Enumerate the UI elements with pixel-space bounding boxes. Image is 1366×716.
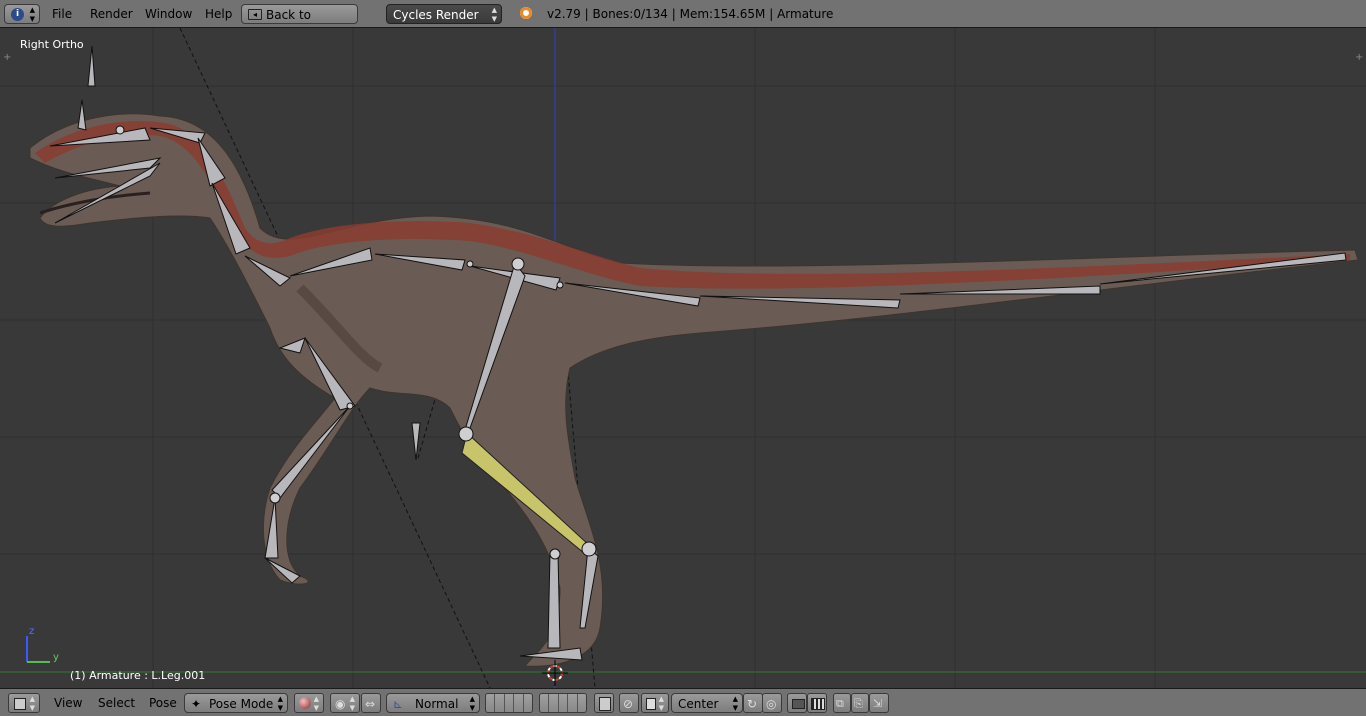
- info-header: i ▲▼ File Render Window Help ◂ Back to P…: [0, 0, 1366, 42]
- paste-pose-button[interactable]: ⎘: [851, 693, 869, 713]
- view-name: Right Ortho: [20, 38, 84, 51]
- pivot-icon: ◉: [335, 697, 346, 711]
- menu-pose[interactable]: Pose: [149, 693, 177, 713]
- axis-z-label: z: [29, 626, 35, 637]
- bone: [87, 45, 96, 87]
- snap-rotation-button[interactable]: ↻: [743, 693, 763, 713]
- axis-y-label: y: [53, 652, 59, 663]
- bone: [547, 552, 561, 649]
- 3d-view-header: ▲ ▼ View Select Pose ✦ Pose Mode ▲ ▼ ▲ ▼ ◉ …: [0, 688, 1366, 716]
- render-sphere-icon: ◎: [766, 697, 777, 711]
- chevron-updown-icon: ▲ ▼: [491, 6, 497, 23]
- armature-bones: [49, 45, 1347, 661]
- chevron-updown-icon: ▲ ▼: [313, 695, 319, 712]
- manipulator-toggle[interactable]: ⇔: [361, 693, 381, 713]
- viewport-shading-select[interactable]: ▲ ▼: [294, 693, 324, 713]
- mode-select[interactable]: ✦ Pose Mode ▲ ▼: [184, 693, 288, 713]
- render-engine-select[interactable]: Cycles Render ▲ ▼: [386, 4, 502, 24]
- snap-target-label: Center: [678, 697, 719, 711]
- menu-render[interactable]: Render: [90, 4, 133, 24]
- rotate-icon: ↻: [747, 697, 758, 711]
- properties-toggle-icon: +: [1355, 52, 1363, 63]
- back-to-previous-button[interactable]: ◂ Back to Previous: [241, 4, 358, 42]
- snap-target-select[interactable]: Center ▲ ▼: [671, 693, 743, 713]
- grid: [0, 28, 1366, 688]
- blender-logo-icon: [520, 7, 532, 19]
- paste-pose-icon: ⎘: [854, 697, 863, 710]
- lock-layers-button[interactable]: [594, 693, 614, 713]
- proportional-edit-button[interactable]: ⊘: [619, 693, 639, 713]
- object-info: (1) Armature : L.Leg.001: [70, 669, 206, 682]
- menu-select[interactable]: Select: [98, 693, 135, 713]
- render-animation-button[interactable]: [807, 693, 827, 713]
- clapper-icon: [811, 698, 825, 710]
- chevron-updown-icon: ▲ ▼: [277, 695, 283, 712]
- copy-pose-icon: ⧉: [836, 697, 844, 710]
- menu-window[interactable]: Window: [145, 4, 192, 24]
- axis-gizmo: [26, 636, 50, 663]
- chevron-updown-icon: ▲ ▼: [658, 695, 664, 712]
- copy-pose-button[interactable]: ⧉: [833, 693, 851, 713]
- menu-file[interactable]: File: [52, 4, 72, 24]
- bone: [271, 405, 351, 499]
- pose-icon: ✦: [191, 697, 202, 711]
- paste-flipped-pose-button[interactable]: ⇲: [869, 693, 889, 713]
- pivot-point-select[interactable]: ◉ ▲ ▼: [330, 693, 360, 713]
- layers-icon: [599, 697, 611, 711]
- dinosaur-mesh: [29, 113, 1359, 667]
- paste-flipped-icon: ⇲: [873, 697, 883, 710]
- editor-type-button[interactable]: ▲ ▼: [8, 693, 40, 713]
- chevron-updown-icon: ▲ ▼: [469, 695, 475, 712]
- render-engine-label: Cycles Render: [393, 8, 479, 22]
- viewport-canvas[interactable]: + +: [0, 28, 1366, 688]
- chevron-updown-icon: ▲ ▼: [29, 6, 35, 23]
- proportional-icon: ⊘: [623, 697, 634, 711]
- shading-sphere-icon: [299, 697, 311, 709]
- bone: [77, 99, 87, 131]
- editor-type-button[interactable]: i ▲ ▼: [4, 4, 40, 24]
- cube-icon: [14, 698, 26, 710]
- snap-cube-icon: [646, 698, 656, 710]
- snap-element-select[interactable]: ▲ ▼: [641, 693, 669, 713]
- render-image-button[interactable]: [787, 693, 807, 713]
- chevron-updown-icon: ▲ ▼: [29, 695, 35, 712]
- layers-group-1[interactable]: [485, 693, 533, 713]
- info-icon: i: [11, 8, 24, 21]
- 3d-viewport[interactable]: + + Right Ortho (1) Armature : L.Leg.001…: [0, 28, 1366, 688]
- manipulator-icon: ⇔: [365, 697, 376, 711]
- back-icon: ◂: [248, 9, 262, 20]
- orientation-label: Normal: [415, 697, 459, 711]
- opengl-render-button[interactable]: ◎: [762, 693, 782, 713]
- chevron-updown-icon: ▲ ▼: [732, 695, 738, 712]
- menu-view[interactable]: View: [54, 693, 82, 713]
- layers-group-2[interactable]: [539, 693, 587, 713]
- scene-stats: v2.79 | Bones:0/134 | Mem:154.65M | Arma…: [547, 7, 834, 21]
- menu-help[interactable]: Help: [205, 4, 232, 24]
- tool-shelf-toggle-icon: +: [3, 52, 11, 63]
- mode-label: Pose Mode: [209, 697, 274, 711]
- camera-icon: [792, 699, 805, 709]
- transform-orientation-select[interactable]: ⊾ Normal ▲ ▼: [386, 693, 480, 713]
- orientation-axes-icon: ⊾: [393, 697, 404, 711]
- chevron-updown-icon: ▲ ▼: [349, 695, 355, 712]
